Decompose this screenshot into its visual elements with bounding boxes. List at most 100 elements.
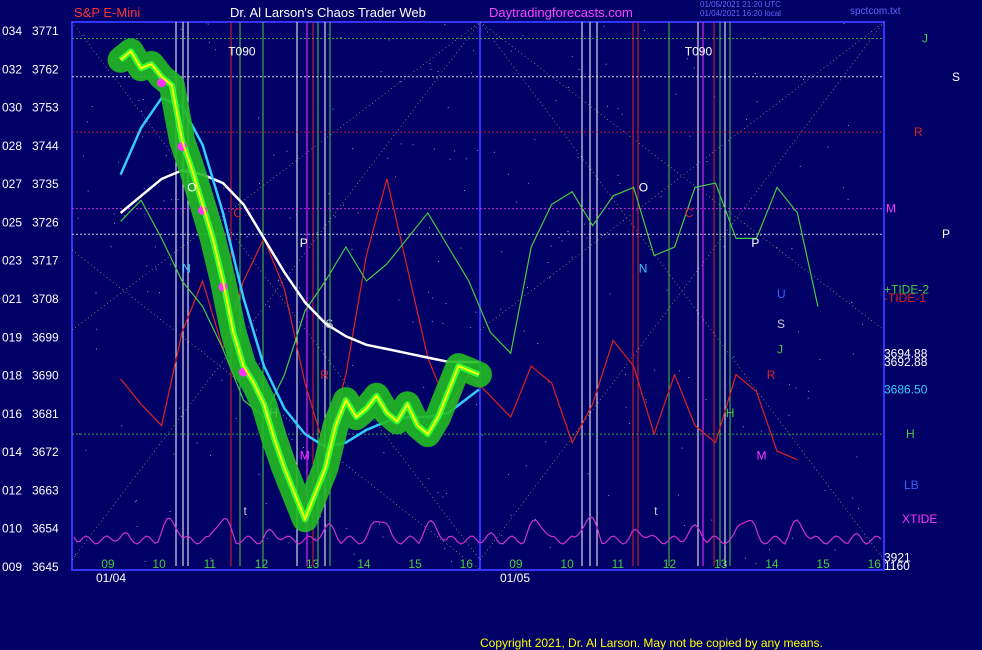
star (259, 183, 260, 185)
star (705, 399, 707, 400)
star (567, 231, 569, 232)
star (143, 188, 145, 190)
star (352, 148, 354, 150)
star (144, 213, 146, 215)
star (549, 277, 550, 279)
star (235, 418, 237, 420)
star (693, 67, 695, 69)
y-tick-price: 3699 (32, 330, 59, 344)
marker-label: N (639, 262, 648, 276)
star (429, 63, 431, 64)
star (746, 119, 748, 120)
star (605, 63, 607, 65)
star (475, 311, 477, 313)
timestamp-local: 01/04/2021 16:20 local (700, 9, 781, 18)
star (852, 497, 854, 499)
star (444, 548, 446, 550)
marker-label: S (325, 317, 333, 331)
level-label-h: H (906, 427, 915, 441)
marker-label: T090 (228, 45, 256, 59)
star (527, 182, 529, 184)
star (351, 248, 353, 250)
star (678, 370, 680, 372)
marker-label: R (767, 368, 776, 382)
y-tick-left: 010 (2, 522, 22, 536)
star (332, 108, 334, 110)
star (141, 110, 143, 112)
star (571, 256, 573, 258)
star (454, 150, 456, 152)
star (431, 297, 433, 299)
star (628, 423, 630, 425)
x-tick-hour: 13 (306, 557, 320, 571)
star (617, 107, 619, 109)
star (681, 447, 683, 449)
y-tick-left: 012 (2, 483, 22, 497)
star (113, 213, 115, 215)
star (842, 187, 844, 189)
y-tick-left: 018 (2, 369, 22, 383)
star (619, 182, 621, 184)
x-tick-hour: 16 (460, 557, 474, 571)
y-tick-price: 3672 (32, 445, 59, 459)
y-tick-left: 009 (2, 560, 22, 574)
y-tick-left: 021 (2, 292, 22, 306)
star (121, 425, 123, 427)
star (617, 174, 619, 176)
star (607, 105, 608, 107)
y-tick-left: 019 (2, 330, 22, 344)
star (555, 100, 557, 101)
star (645, 399, 647, 401)
star (170, 263, 172, 265)
y-tick-price: 3663 (32, 483, 59, 497)
site-link[interactable]: Daytradingforecasts.com (489, 5, 633, 20)
star (273, 154, 275, 156)
star (431, 320, 433, 322)
marker-label: C (233, 206, 242, 220)
star (586, 237, 588, 239)
y-tick-price: 3762 (32, 62, 59, 76)
star (378, 523, 380, 525)
star (500, 535, 502, 537)
star (769, 548, 770, 550)
level-label-lb: LB (904, 478, 919, 492)
star (666, 289, 668, 291)
level-label-s: S (952, 70, 960, 84)
star (342, 204, 344, 206)
star (430, 68, 432, 70)
star (527, 287, 528, 289)
y-tick-price: 3744 (32, 139, 59, 153)
marker-label: R (320, 368, 329, 382)
star (516, 201, 518, 203)
star (621, 113, 623, 115)
y-tick-price: 3708 (32, 292, 59, 306)
star (353, 553, 355, 555)
star (209, 42, 210, 44)
star (352, 365, 354, 366)
star (451, 560, 453, 562)
marker-label: T090 (685, 45, 713, 59)
x-tick-hour: 13 (714, 557, 728, 571)
star (851, 301, 853, 303)
star (510, 514, 512, 516)
star (382, 536, 384, 538)
y-tick-left: 027 (2, 177, 22, 191)
y-tick-left: 030 (2, 101, 22, 115)
star (684, 525, 686, 526)
star (675, 93, 677, 95)
star (558, 237, 560, 239)
star (799, 165, 801, 167)
star (423, 386, 425, 388)
star (428, 478, 430, 480)
level-label-r: R (914, 125, 923, 139)
star (493, 151, 495, 153)
star (328, 193, 330, 195)
marker-label: J (777, 342, 783, 356)
star (159, 292, 160, 294)
star (291, 439, 293, 441)
star (706, 161, 708, 162)
marker-label: O (187, 181, 196, 195)
star (110, 246, 112, 248)
right-label: 3692.88 (884, 355, 928, 369)
marker-label: M (300, 449, 310, 463)
